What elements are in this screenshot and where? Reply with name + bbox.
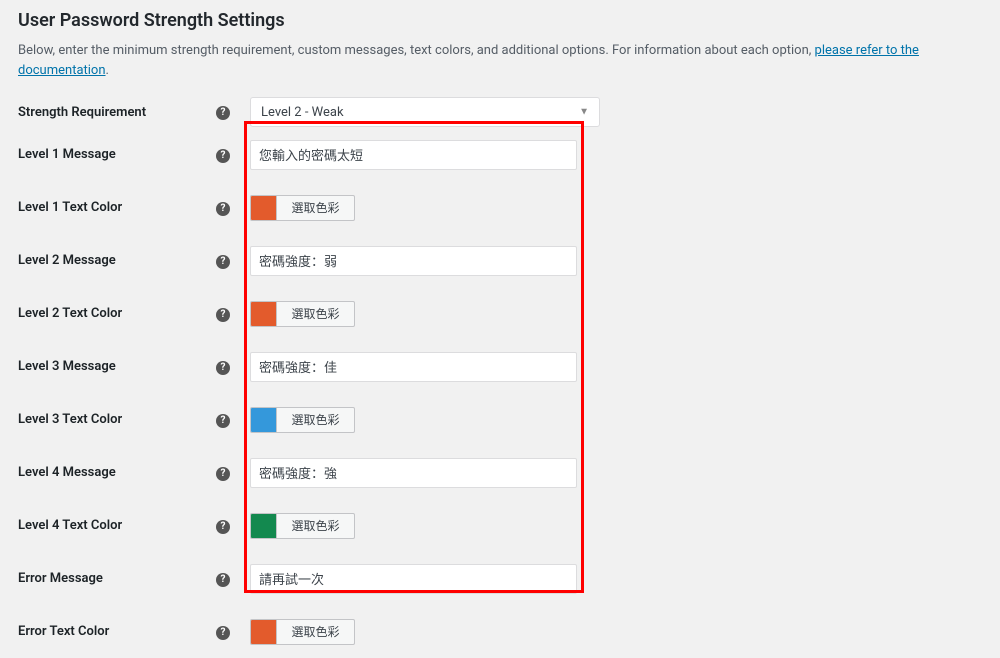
section-description-pre: Below, enter the minimum strength requir…	[18, 43, 815, 58]
help-icon[interactable]: ?	[216, 149, 230, 163]
level3-message-input[interactable]	[250, 352, 577, 382]
level3-color-picker[interactable]: 選取色彩	[250, 407, 355, 433]
color-button-label: 選取色彩	[277, 305, 354, 322]
level4-text-color-label: Level 4 Text Color	[18, 518, 216, 533]
color-button-label: 選取色彩	[277, 411, 354, 428]
color-button-label: 選取色彩	[277, 199, 354, 216]
strength-requirement-label: Strength Requirement	[18, 105, 216, 120]
settings-table: Strength Requirement ? Level 2 - Weak ▼ …	[18, 96, 982, 658]
help-icon[interactable]: ?	[216, 520, 230, 534]
help-icon[interactable]: ?	[216, 573, 230, 587]
level2-text-color-label: Level 2 Text Color	[18, 306, 216, 321]
color-button-label: 選取色彩	[277, 623, 354, 640]
color-button-label: 選取色彩	[277, 517, 354, 534]
help-icon[interactable]: ?	[216, 361, 230, 375]
help-icon[interactable]: ?	[216, 626, 230, 640]
error-color-picker[interactable]: 選取色彩	[250, 619, 355, 645]
strength-requirement-select[interactable]: Level 2 - Weak ▼	[250, 97, 600, 127]
error-message-label: Error Message	[18, 571, 216, 586]
error-message-input[interactable]	[250, 564, 577, 594]
error-text-color-label: Error Text Color	[18, 624, 216, 639]
color-swatch-icon	[251, 408, 277, 432]
chevron-down-icon: ▼	[579, 107, 589, 118]
help-icon[interactable]: ?	[216, 414, 230, 428]
page-title: User Password Strength Settings	[18, 10, 982, 31]
help-icon[interactable]: ?	[216, 467, 230, 481]
help-icon[interactable]: ?	[216, 202, 230, 216]
color-swatch-icon	[251, 620, 277, 644]
level1-text-color-label: Level 1 Text Color	[18, 200, 216, 215]
help-icon[interactable]: ?	[216, 308, 230, 322]
section-description: Below, enter the minimum strength requir…	[18, 41, 982, 80]
help-icon[interactable]: ?	[216, 255, 230, 269]
level1-message-input[interactable]	[250, 140, 577, 170]
level3-message-label: Level 3 Message	[18, 359, 216, 374]
level4-message-input[interactable]	[250, 458, 577, 488]
section-description-post: .	[106, 63, 109, 78]
color-swatch-icon	[251, 514, 277, 538]
level3-text-color-label: Level 3 Text Color	[18, 412, 216, 427]
color-swatch-icon	[251, 196, 277, 220]
level2-message-input[interactable]	[250, 246, 577, 276]
level2-color-picker[interactable]: 選取色彩	[250, 301, 355, 327]
level4-color-picker[interactable]: 選取色彩	[250, 513, 355, 539]
level4-message-label: Level 4 Message	[18, 465, 216, 480]
color-swatch-icon	[251, 302, 277, 326]
help-icon[interactable]: ?	[216, 106, 230, 120]
strength-requirement-value: Level 2 - Weak	[261, 105, 344, 120]
level1-color-picker[interactable]: 選取色彩	[250, 195, 355, 221]
level2-message-label: Level 2 Message	[18, 253, 216, 268]
level1-message-label: Level 1 Message	[18, 147, 216, 162]
